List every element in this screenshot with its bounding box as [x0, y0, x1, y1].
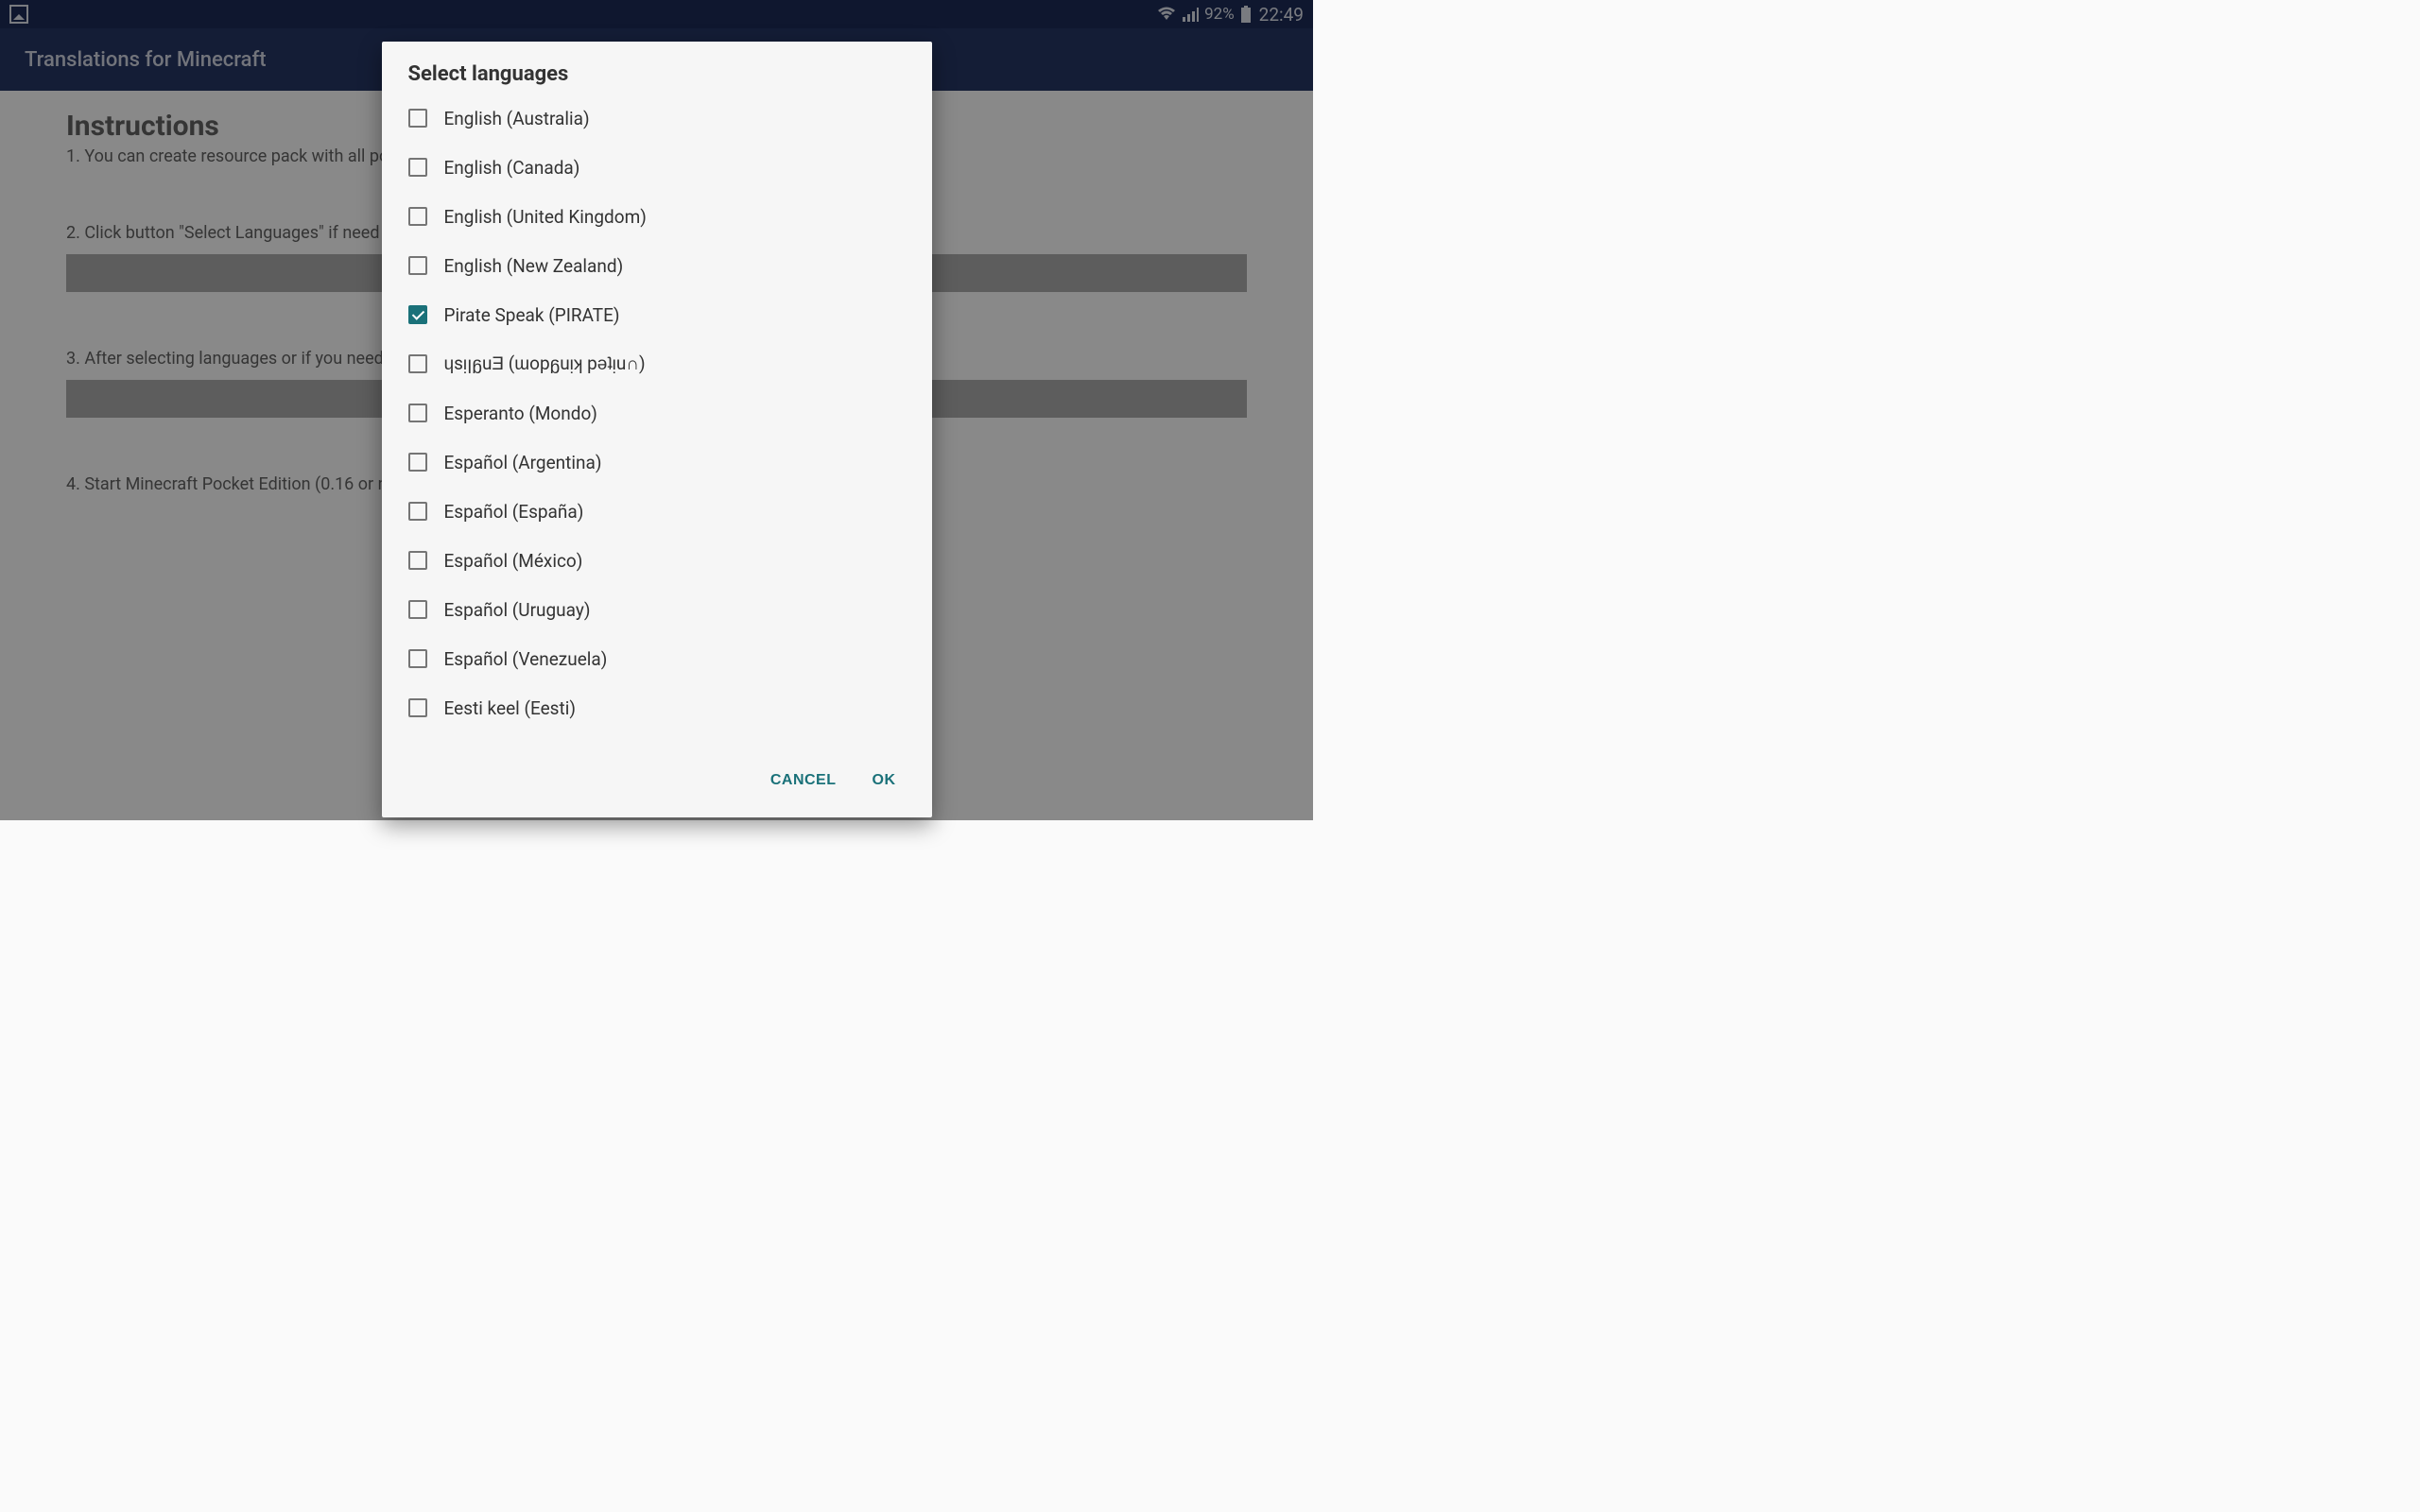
checkbox-icon[interactable] — [408, 502, 427, 521]
language-item[interactable]: Pirate Speak (PIRATE) — [408, 290, 906, 339]
language-label: Español (Argentina) — [444, 452, 602, 473]
language-item[interactable]: Español (México) — [408, 536, 906, 585]
ok-button[interactable]: OK — [869, 765, 900, 797]
language-item[interactable]: Esperanto (Mondo) — [408, 388, 906, 438]
language-item[interactable]: Español (Argentina) — [408, 438, 906, 487]
checkbox-icon[interactable] — [408, 256, 427, 275]
language-label: Esperanto (Mondo) — [444, 403, 597, 424]
language-item[interactable]: Español (España) — [408, 487, 906, 536]
language-item[interactable]: Español (Venezuela) — [408, 634, 906, 683]
select-languages-dialog: Select languages English (Australia)Engl… — [382, 42, 932, 817]
language-label: English (Canada) — [444, 157, 580, 179]
language-item[interactable]: Eesti keel (Eesti) — [408, 683, 906, 732]
cancel-button[interactable]: CANCEL — [767, 765, 840, 797]
language-item[interactable]: English (New Zealand) — [408, 241, 906, 290]
language-label: Español (España) — [444, 501, 584, 523]
language-item[interactable]: ɥsᴉꞁᵷuƎ (ɯopᵷuᴉʞ pǝʇᴉu∩) — [408, 339, 906, 388]
checkbox-icon[interactable] — [408, 354, 427, 373]
modal-overlay: Select languages English (Australia)Engl… — [0, 0, 1313, 820]
checkbox-icon[interactable] — [408, 207, 427, 226]
language-label: Eesti keel (Eesti) — [444, 697, 576, 719]
language-label: Español (Venezuela) — [444, 648, 608, 670]
dialog-actions: CANCEL OK — [382, 749, 932, 817]
language-label: Pirate Speak (PIRATE) — [444, 304, 620, 326]
language-label: Español (México) — [444, 550, 583, 572]
checkbox-icon[interactable] — [408, 600, 427, 619]
checkbox-icon[interactable] — [408, 158, 427, 177]
checkbox-icon[interactable] — [408, 109, 427, 128]
checkbox-icon[interactable] — [408, 453, 427, 472]
language-label: Español (Uruguay) — [444, 599, 591, 621]
checkbox-icon[interactable] — [408, 305, 427, 324]
language-item[interactable]: English (Canada) — [408, 143, 906, 192]
checkbox-icon[interactable] — [408, 649, 427, 668]
language-label: ɥsᴉꞁᵷuƎ (ɯopᵷuᴉʞ pǝʇᴉu∩) — [444, 352, 646, 375]
language-label: English (United Kingdom) — [444, 206, 647, 228]
checkbox-icon[interactable] — [408, 551, 427, 570]
checkbox-icon[interactable] — [408, 404, 427, 422]
language-item[interactable]: English (United Kingdom) — [408, 192, 906, 241]
language-label: English (New Zealand) — [444, 255, 624, 277]
dialog-title: Select languages — [382, 42, 932, 94]
language-item[interactable]: Español (Uruguay) — [408, 585, 906, 634]
language-list[interactable]: English (Australia) English (Canada) Engli… — [382, 94, 932, 732]
checkbox-icon[interactable] — [408, 698, 427, 717]
language-label: English (Australia) — [444, 108, 590, 129]
language-item[interactable]: English (Australia) — [408, 94, 906, 143]
